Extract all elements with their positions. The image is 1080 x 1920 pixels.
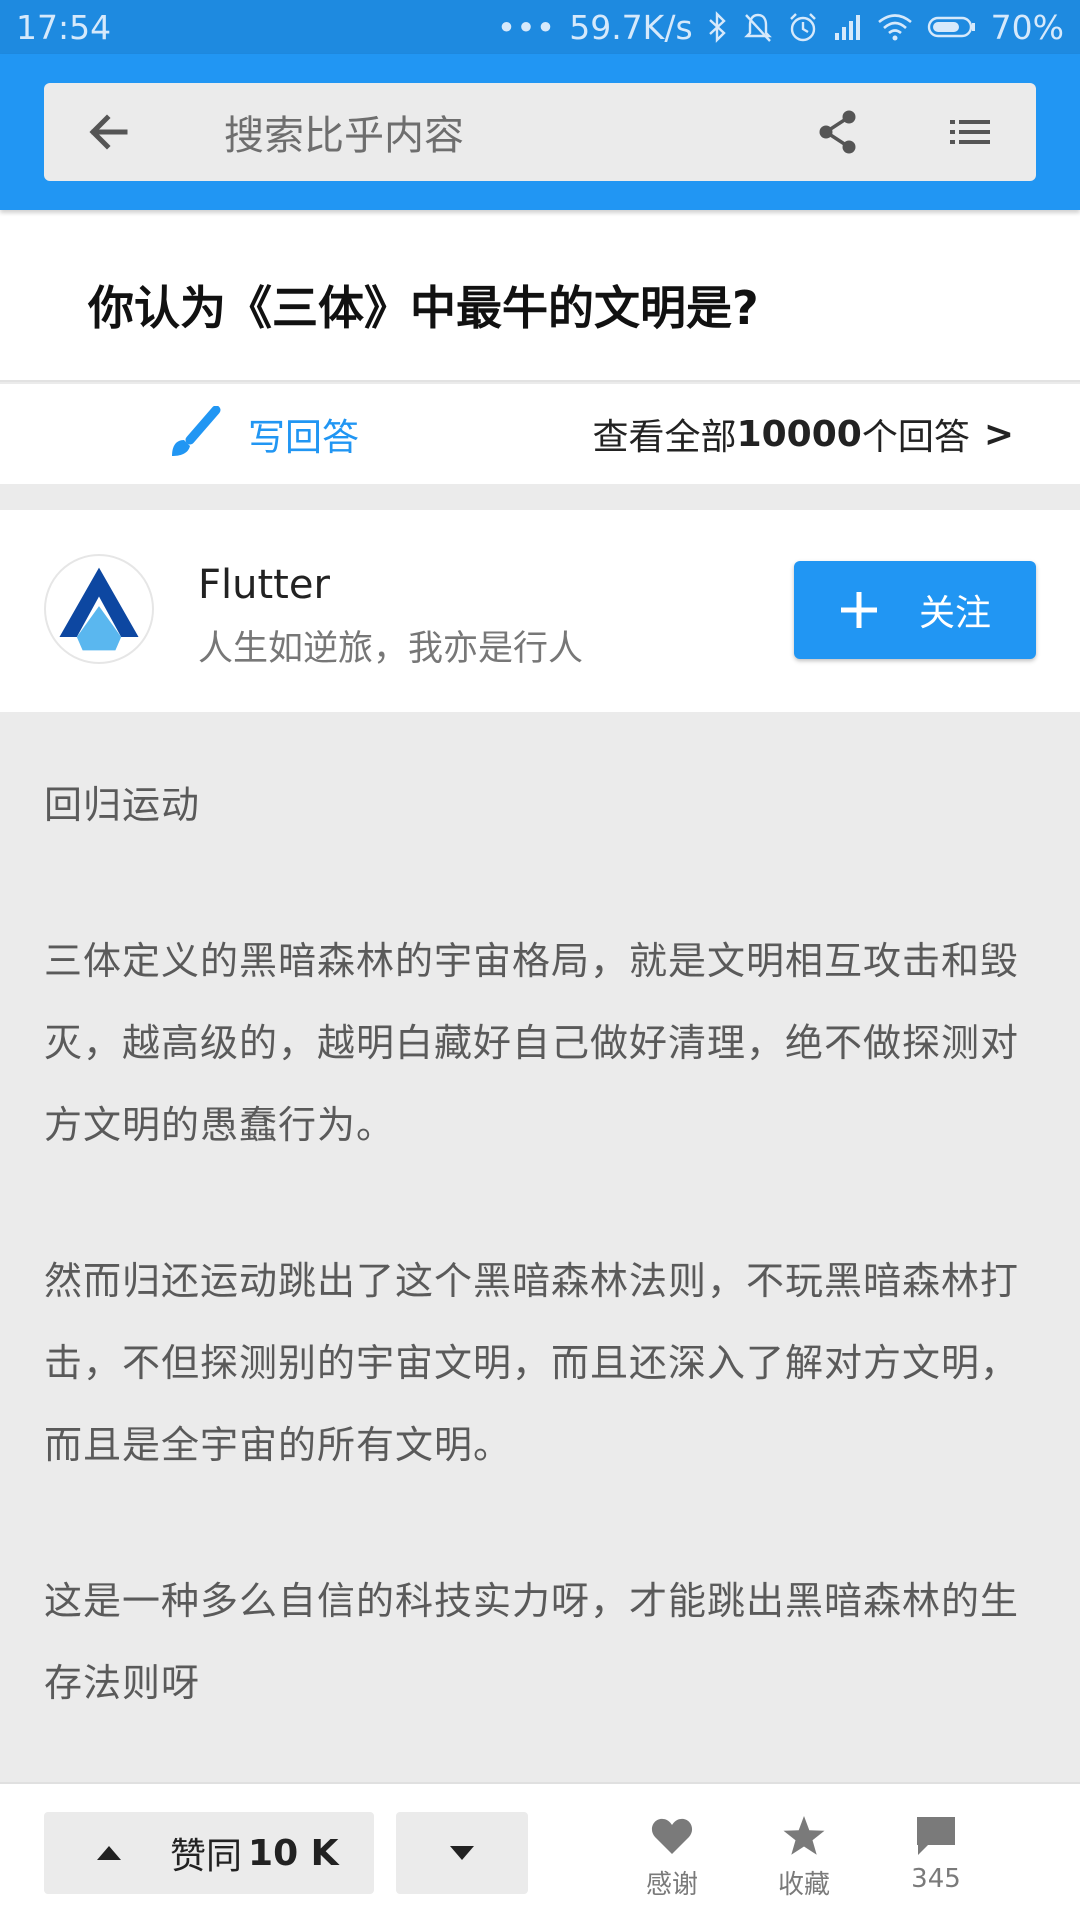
alarm-icon <box>787 11 819 43</box>
chevron-right-icon: > <box>983 413 1014 455</box>
battery-icon <box>927 15 977 39</box>
status-icons: ••• 59.7K/s 70% <box>497 8 1064 47</box>
answer-paragraph: 这是一种多么自信的科技实力呀，才能跳出黑暗森林的生存法则呀 <box>44 1579 1020 1705</box>
answer-paragraph: 然而归还运动跳出了这个黑暗森林法则，不玩黑暗森林打击，不但探测别的宇宙文明，而且… <box>44 1259 1020 1467</box>
signal-icon <box>833 13 863 41</box>
answer-paragraph: 三体定义的黑暗森林的宇宙格局，就是文明相互攻击和毁灭，越高级的，越明白藏好自己做… <box>44 939 1020 1147</box>
author-bio: 人生如逆旅，我亦是行人 <box>198 629 584 669</box>
upvote-count: 10 K <box>248 1832 339 1874</box>
answer-count: 10000 <box>736 413 862 455</box>
back-button[interactable] <box>44 83 174 181</box>
app-bar: 搜索比乎内容 <box>0 54 1080 210</box>
thanks-label: 感谢 <box>645 1870 698 1900</box>
author-name[interactable]: Flutter <box>198 562 330 608</box>
search-bar[interactable]: 搜索比乎内容 <box>44 83 1036 181</box>
bluetooth-icon <box>707 11 729 43</box>
collect-label: 收藏 <box>777 1870 830 1900</box>
star-icon <box>782 1812 826 1860</box>
comments-count: 345 <box>911 1864 961 1894</box>
question-title: 你认为《三体》中最牛的文明是? <box>88 281 759 335</box>
avatar[interactable] <box>44 554 154 664</box>
more-dots: ••• <box>496 7 556 47</box>
battery-percent: 70% <box>990 7 1064 47</box>
search-input[interactable]: 搜索比乎内容 <box>174 103 772 161</box>
follow-label: 关注 <box>918 593 991 634</box>
author-card: Flutter 人生如逆旅，我亦是行人 关注 <box>0 510 1080 712</box>
flutter-logo-icon <box>59 567 139 651</box>
view-all-suffix: 个回答 <box>861 417 970 458</box>
view-all-prefix: 查看全部 <box>592 417 737 458</box>
mute-bell-icon <box>743 11 773 43</box>
comment-icon <box>914 1812 958 1860</box>
write-answer-button[interactable]: 写回答 <box>162 384 359 484</box>
answer-bar: 写回答 查看全部 10000 个回答 > <box>0 384 1080 484</box>
list-icon <box>950 120 990 144</box>
heart-icon <box>650 1812 694 1860</box>
share-button[interactable] <box>772 83 904 181</box>
downvote-button[interactable] <box>396 1812 528 1894</box>
menu-button[interactable] <box>904 83 1036 181</box>
share-icon <box>819 110 856 154</box>
upvote-label: 赞同 <box>170 1836 243 1877</box>
net-speed: 59.7K/s <box>569 7 693 47</box>
collect-button[interactable]: 收藏 <box>754 1812 854 1902</box>
brush-icon <box>162 402 226 466</box>
upvote-button[interactable]: 赞同 10 K <box>44 1812 374 1894</box>
answer-paragraph: 回归运动 <box>44 783 201 827</box>
follow-button[interactable]: 关注 <box>794 561 1036 659</box>
comments-button[interactable]: 345 <box>886 1812 986 1902</box>
status-time: 17:54 <box>16 7 112 47</box>
plus-icon <box>839 590 879 630</box>
answer-content: 回归运动 三体定义的黑暗森林的宇宙格局，就是文明相互攻击和毁灭，越高级的，越明白… <box>0 712 1080 1782</box>
wifi-icon <box>877 13 913 41</box>
question-header: 你认为《三体》中最牛的文明是? <box>0 210 1080 382</box>
view-all-answers-link[interactable]: 查看全部 10000 个回答 > <box>593 384 1014 484</box>
thanks-button[interactable]: 感谢 <box>622 1812 722 1902</box>
arrow-back-icon <box>89 114 128 150</box>
status-bar: 17:54 ••• 59.7K/s 70% <box>0 0 1080 54</box>
triangle-up-icon <box>96 1845 122 1861</box>
bottom-action-bar: 赞同 10 K 感谢 收藏 345 <box>0 1782 1080 1920</box>
triangle-down-icon <box>450 1846 474 1860</box>
write-answer-label: 写回答 <box>248 416 359 459</box>
